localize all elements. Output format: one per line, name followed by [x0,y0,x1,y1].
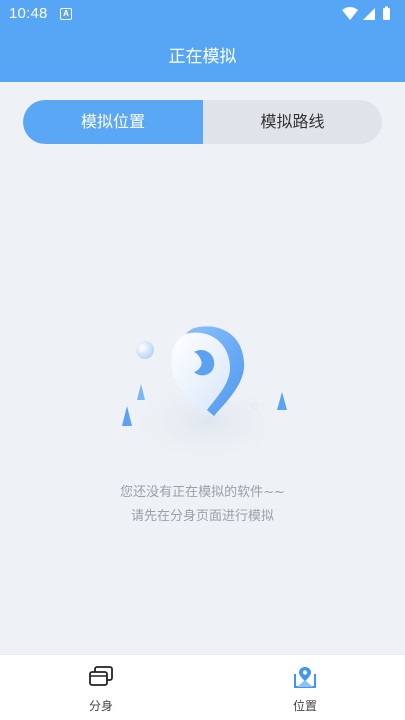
map-location-icon [294,667,316,688]
signal-icon [363,8,375,20]
cards-icon [89,666,113,686]
nav-item-fenshen[interactable]: 分身 [41,655,161,720]
empty-state-illustration [122,326,289,464]
nav-label-weizhi: 位置 [292,699,317,713]
tab-simulate-route[interactable]: 模拟路线 [203,100,382,144]
status-icons [342,6,390,20]
tree-icon [137,384,145,400]
wifi-icon [342,7,358,20]
nav-label-fenshen: 分身 [88,699,113,713]
battery-icon [383,8,390,20]
small-ball [250,402,258,410]
status-time: 10:48 [9,5,48,22]
notification-icon: A [60,8,72,20]
tab-simulate-location[interactable]: 模拟位置 [23,100,203,144]
app-bar: 正在模拟 [0,28,405,82]
tree-icon [277,392,287,410]
nav-item-weizhi[interactable]: 位置 [245,655,365,720]
floating-ball [136,341,154,359]
bottom-nav: 分身 位置 [0,654,405,720]
empty-state-message: 您还没有正在模拟的软件~~ [120,485,285,500]
status-bar: 10:48 A [0,0,405,28]
page-title: 正在模拟 [168,47,237,67]
segmented-tabs: 模拟位置 模拟路线 [23,100,382,144]
empty-state-hint: 请先在分身页面进行模拟 [130,509,274,524]
